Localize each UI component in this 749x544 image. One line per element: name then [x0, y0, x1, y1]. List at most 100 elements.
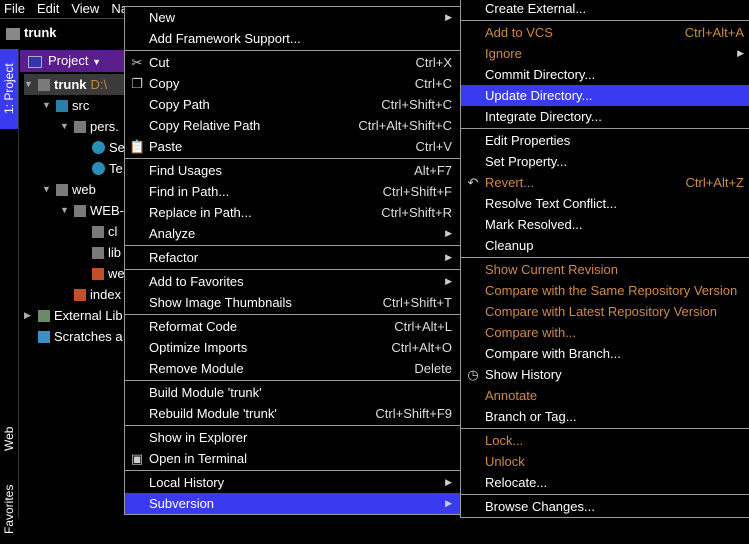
menu-item-refactor[interactable]: Refactor ▶ — [125, 247, 460, 268]
menu-item-label: Compare with... — [485, 325, 577, 340]
menu-item-paste[interactable]: 📋 Paste Ctrl+V — [125, 136, 460, 157]
menu-item-add-to-favorites[interactable]: Add to Favorites ▶ — [125, 271, 460, 292]
expand-arrow-icon[interactable]: ▶ — [24, 305, 34, 326]
menu-item-revert[interactable]: ↶ Revert... Ctrl+Alt+Z — [461, 172, 749, 193]
menu-item-copy-relative-path[interactable]: Copy Relative Path Ctrl+Alt+Shift+C — [125, 115, 460, 136]
menu-item-local-history[interactable]: Local History ▶ — [125, 472, 460, 493]
menu-item-show-image-thumbnails[interactable]: Show Image Thumbnails Ctrl+Shift+T — [125, 292, 460, 313]
menu-item-show-current-revision[interactable]: Show Current Revision — [461, 259, 749, 280]
menu-edit[interactable]: Edit — [37, 0, 59, 18]
nav-title[interactable]: trunk — [24, 25, 57, 40]
tree-node-label: src — [72, 98, 90, 113]
menu-item-replace-in-path[interactable]: Replace in Path... Ctrl+Shift+R — [125, 202, 460, 223]
tree-node[interactable]: index — [60, 284, 121, 305]
tree-node[interactable]: cl — [78, 221, 117, 242]
tree-node[interactable]: lib — [78, 242, 121, 263]
menu-item-remove-module[interactable]: Remove Module Delete — [125, 358, 460, 379]
menu-item-resolve-text-conflict[interactable]: Resolve Text Conflict... — [461, 193, 749, 214]
menu-item-label: Branch or Tag... — [485, 409, 577, 424]
menu-separator — [125, 50, 460, 51]
menu-item-reformat-code[interactable]: Reformat Code Ctrl+Alt+L — [125, 316, 460, 337]
expand-arrow-icon[interactable]: ▼ — [60, 200, 70, 221]
menu-item-commit-directory[interactable]: Commit Directory... — [461, 64, 749, 85]
menu-item-show-history[interactable]: ◷ Show History — [461, 364, 749, 385]
menu-item-label: Add to Favorites — [149, 274, 244, 289]
tree-node[interactable]: we — [78, 263, 125, 284]
tree-node[interactable]: ▼ trunk D:\ — [24, 74, 124, 95]
menu-item-relocate[interactable]: Relocate... — [461, 472, 749, 493]
menu-item-browse-changes[interactable]: Browse Changes... — [461, 496, 749, 517]
menu-item-open-in-terminal[interactable]: ▣ Open in Terminal — [125, 448, 460, 469]
menu-item-create-external[interactable]: Create External... — [461, 0, 749, 19]
menu-item-ignore[interactable]: Ignore ▶ — [461, 43, 749, 64]
tree-node[interactable]: ▼ pers. — [60, 116, 119, 137]
menu-item-edit-properties[interactable]: Edit Properties — [461, 130, 749, 151]
menu-item-label: Compare with the Same Repository Version — [485, 283, 738, 298]
menu-item-analyze[interactable]: Analyze ▶ — [125, 223, 460, 244]
menu-item-compare-with-latest-repository-version[interactable]: Compare with Latest Repository Version — [461, 301, 749, 322]
menu-item-label: Compare with Latest Repository Version — [485, 304, 717, 319]
tree-node[interactable]: ▼ web — [42, 179, 96, 200]
favorites-tool-tab[interactable]: Favorites — [0, 474, 18, 544]
menu-separator — [125, 314, 460, 315]
revert-icon: ↶ — [467, 175, 479, 190]
menu-item-label: Browse Changes... — [485, 499, 595, 514]
menu-item-add-to-vcs[interactable]: Add to VCS Ctrl+Alt+A — [461, 22, 749, 43]
tree-node[interactable]: ▼ src — [42, 95, 89, 116]
menu-item-unlock[interactable]: Unlock — [461, 451, 749, 472]
menu-item-integrate-directory[interactable]: Integrate Directory... — [461, 106, 749, 127]
menu-item-rebuild-module-trunk[interactable]: Rebuild Module 'trunk' Ctrl+Shift+F9 — [125, 403, 460, 424]
menu-item-subversion[interactable]: Subversion ▶ — [125, 493, 460, 514]
menu-item-copy-path[interactable]: Copy Path Ctrl+Shift+C — [125, 94, 460, 115]
project-view-selector[interactable]: Project ▼ — [20, 50, 124, 72]
menu-item-find-in-path[interactable]: Find in Path... Ctrl+Shift+F — [125, 181, 460, 202]
tree-node[interactable]: Se — [78, 137, 125, 158]
menu-separator — [125, 425, 460, 426]
menu-item-cut[interactable]: ✂ Cut Ctrl+X — [125, 52, 460, 73]
expand-arrow-icon[interactable]: ▼ — [60, 116, 70, 137]
menu-item-label: Lock... — [485, 433, 524, 448]
menu-item-set-property[interactable]: Set Property... — [461, 151, 749, 172]
menu-item-compare-with-branch[interactable]: Compare with Branch... — [461, 343, 749, 364]
tree-node-label: Scratches a — [54, 329, 123, 344]
menu-item-new[interactable]: New ▶ — [125, 7, 460, 28]
package-icon — [74, 120, 86, 133]
menu-item-update-directory[interactable]: Update Directory... — [461, 85, 749, 106]
menu-item-annotate[interactable]: Annotate — [461, 385, 749, 406]
expand-arrow-icon[interactable]: ▼ — [42, 95, 52, 116]
menu-file[interactable]: File — [4, 0, 25, 18]
web-tool-tab[interactable]: Web — [0, 414, 18, 464]
project-view-label: Project — [48, 53, 89, 68]
tree-node[interactable]: Te — [78, 158, 123, 179]
menu-item-compare-with[interactable]: Compare with... — [461, 322, 749, 343]
expand-arrow-icon[interactable]: ▼ — [24, 74, 34, 95]
paste-icon: 📋 — [129, 139, 146, 154]
menu-item-label: Annotate — [485, 388, 538, 403]
menu-item-branch-or-tag[interactable]: Branch or Tag... — [461, 406, 749, 427]
menu-item-shortcut: Ctrl+Shift+T — [382, 295, 452, 310]
menu-item-optimize-imports[interactable]: Optimize Imports Ctrl+Alt+O — [125, 337, 460, 358]
menu-view[interactable]: View — [71, 0, 99, 18]
menu-item-build-module-trunk[interactable]: Build Module 'trunk' — [125, 382, 460, 403]
menu-item-find-usages[interactable]: Find Usages Alt+F7 — [125, 160, 460, 181]
menu-item-label: Show in Explorer — [149, 430, 248, 445]
project-tool-tab[interactable]: 1: Project — [0, 49, 18, 129]
menu-item-shortcut: Ctrl+Alt+Z — [685, 175, 744, 190]
menu-item-add-framework-support[interactable]: Add Framework Support... — [125, 28, 460, 49]
menu-item-label: Local History — [149, 475, 225, 490]
menu-separator — [461, 20, 749, 21]
tree-node[interactable]: ▶ External Lib — [24, 305, 123, 326]
menu-separator — [461, 428, 749, 429]
folder-icon — [92, 225, 104, 238]
menu-separator — [461, 494, 749, 495]
menu-item-show-in-explorer[interactable]: Show in Explorer — [125, 427, 460, 448]
tree-node[interactable]: ▼ WEB- — [60, 200, 124, 221]
menu-item-lock[interactable]: Lock... — [461, 430, 749, 451]
copy-icon: ❐ — [131, 76, 143, 91]
expand-arrow-icon[interactable]: ▼ — [42, 179, 52, 200]
menu-item-copy[interactable]: ❐ Copy Ctrl+C — [125, 73, 460, 94]
menu-item-cleanup[interactable]: Cleanup — [461, 235, 749, 256]
tree-node[interactable]: Scratches a — [24, 326, 123, 347]
menu-item-compare-with-the-same-repository-version[interactable]: Compare with the Same Repository Version — [461, 280, 749, 301]
menu-item-mark-resolved[interactable]: Mark Resolved... — [461, 214, 749, 235]
